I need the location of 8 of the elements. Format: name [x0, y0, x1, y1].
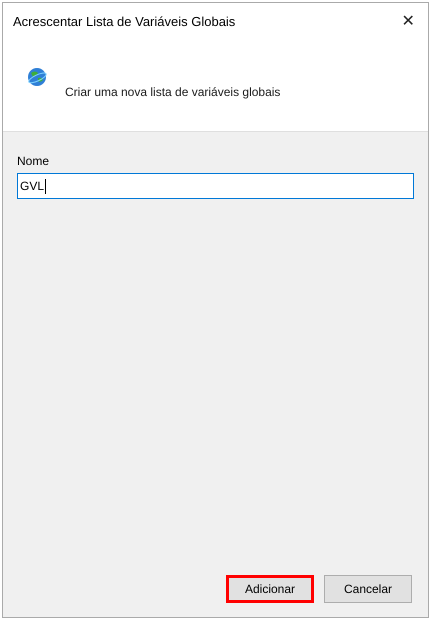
globe-icon: [27, 67, 47, 87]
dialog-button[interactable]: Adicionar: [226, 575, 314, 603]
window-title: Acrescentar Lista de Variáveis Globais: [13, 13, 236, 32]
name-input-field[interactable]: GVL: [17, 173, 414, 199]
description-text: Criar uma nova lista de variáveis globais: [65, 84, 280, 101]
field-label: Nome: [17, 153, 50, 170]
dialog-button[interactable]: Cancelar: [324, 575, 412, 603]
close-button[interactable]: ✕: [388, 7, 428, 37]
